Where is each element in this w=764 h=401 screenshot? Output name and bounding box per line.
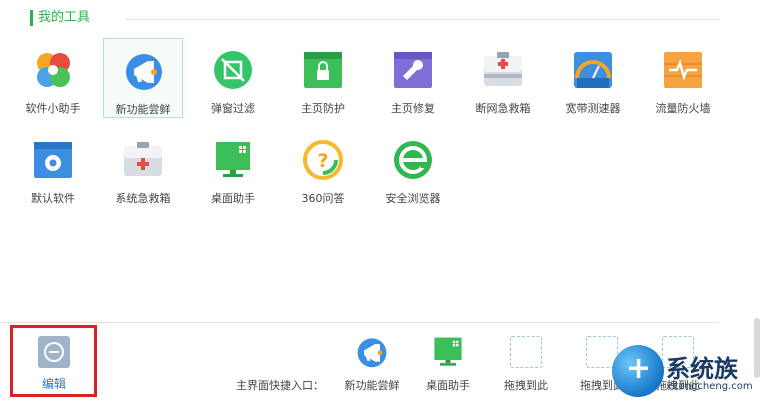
browser-icon [394,141,432,179]
speed-gauge-icon [574,52,612,88]
tool-label: 流量防火墙 [655,102,711,115]
tool-label: 系统急救箱 [115,192,171,205]
megaphone-icon [126,54,162,90]
tool-homepage-repair[interactable]: 主页修复 [373,38,453,118]
tool-label: 安全浏览器 [385,192,441,205]
homepage-lock-icon [304,52,342,88]
edit-link[interactable]: 编辑 [30,375,78,392]
section-divider [126,19,720,20]
megaphone-icon [357,338,387,368]
default-software-icon [34,142,72,178]
tool-label: 默认软件 [31,192,75,205]
tool-label: 宽带测速器 [565,102,621,115]
tool-label: 弹窗过滤 [211,102,255,115]
tool-label: 软件小助手 [25,102,81,115]
popup-filter-icon [214,51,252,89]
quick-item-new-features[interactable]: 新功能尝鲜 [337,336,407,396]
tool-homepage-protection[interactable]: 主页防护 [283,38,363,118]
tool-network-firstaid[interactable]: 断网急救箱 [463,38,543,118]
quick-item-label: 桌面助手 [426,379,470,392]
tool-secure-browser[interactable]: 安全浏览器 [373,128,453,208]
system-firstaid-icon [124,142,162,176]
scrollbar[interactable] [754,0,760,401]
tool-desktop-assistant[interactable]: 桌面助手 [193,128,273,208]
quick-entry-label: 主界面快捷入口： [236,379,324,392]
svg-text:?: ? [317,150,328,172]
tool-system-firstaid[interactable]: 系统急救箱 [103,128,183,208]
desktop-monitor-icon [216,142,250,177]
watermark-text: 系统族 [666,355,738,383]
tool-broadband-speedtest[interactable]: 宽带测速器 [553,38,633,118]
minus-circle-icon [44,342,64,362]
tool-360-qa[interactable]: ? 360问答 [283,128,363,208]
quick-item-label: 新功能尝鲜 [344,379,400,392]
quick-item-label: 拖拽到此 [504,379,548,392]
edit-button[interactable] [38,336,70,368]
site-watermark: 系统族 xitongcheng.com [612,345,762,401]
quick-item-desktop-assistant[interactable]: 桌面助手 [413,336,483,396]
tool-label: 主页防护 [301,102,345,115]
wrench-icon [394,52,432,88]
quick-slot-1[interactable]: 拖拽到此 [491,336,561,396]
tool-traffic-firewall[interactable]: 流量防火墙 [643,38,723,118]
tool-software-helper[interactable]: 软件小助手 [13,38,93,118]
watermark-url: xitongcheng.com [666,381,753,392]
desktop-monitor-icon [434,337,462,366]
tool-label: 主页修复 [391,102,435,115]
tool-popup-filter[interactable]: 弹窗过滤 [193,38,273,118]
globe-logo-icon [612,345,664,397]
firewall-icon [664,52,702,88]
tool-new-features[interactable]: 新功能尝鲜 [103,38,183,118]
tool-label: 新功能尝鲜 [115,103,171,116]
section-accent-bar [30,10,33,26]
software-helper-icon [37,53,70,87]
section-title: 我的工具 [38,10,91,25]
footer-divider [0,322,718,323]
question-icon: ? [303,140,343,180]
tool-label: 360问答 [301,192,345,205]
tool-label: 断网急救箱 [475,102,531,115]
tool-default-software[interactable]: 默认软件 [13,128,93,208]
network-firstaid-icon [484,52,522,86]
drop-slot[interactable] [510,336,542,368]
tool-label: 桌面助手 [211,192,255,205]
section-header: 我的工具 [30,8,720,30]
